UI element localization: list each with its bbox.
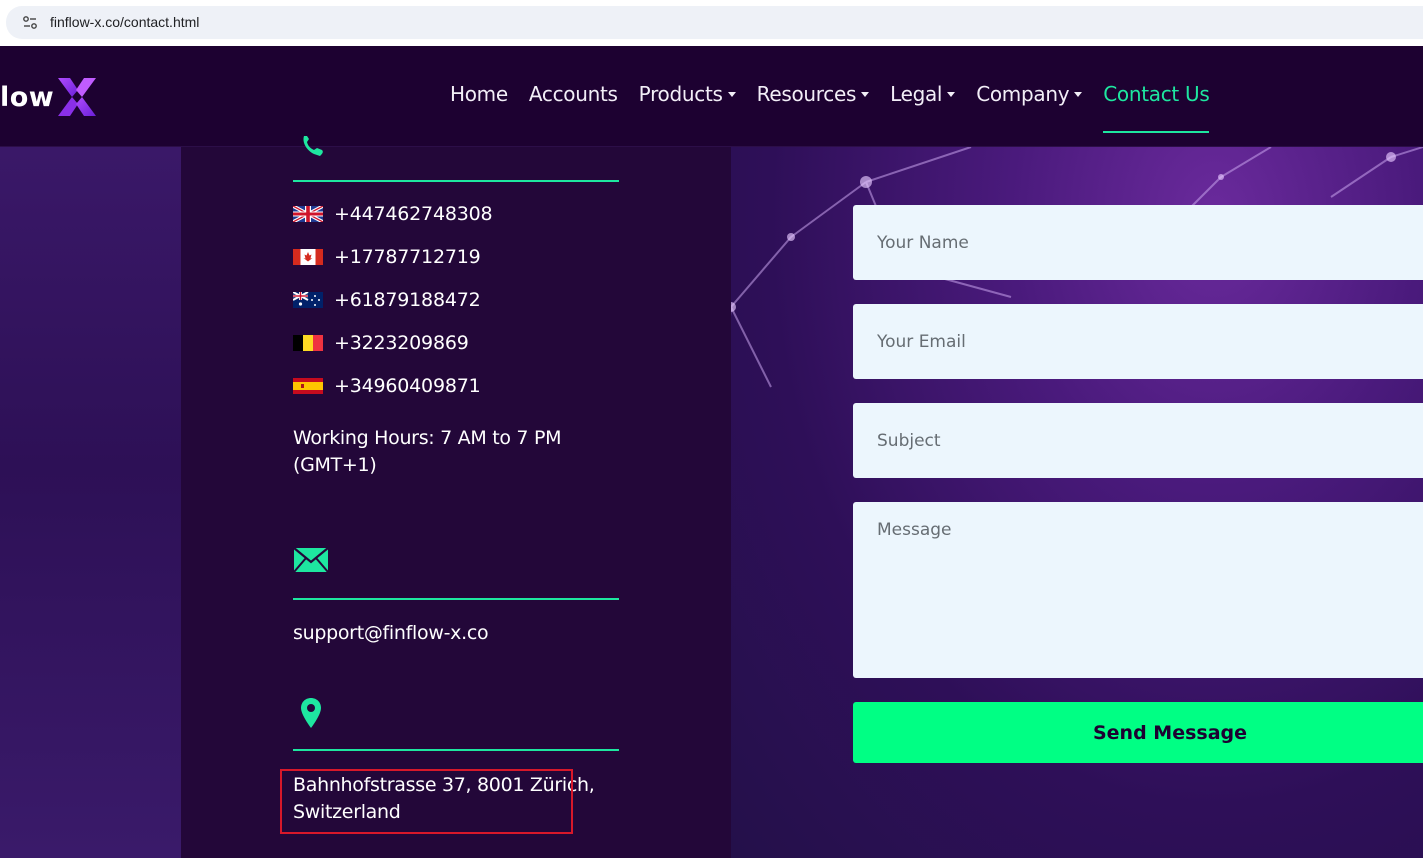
nav-legal[interactable]: Legal xyxy=(890,82,956,106)
phone-row-australia: +61879188472 xyxy=(293,289,481,311)
address-highlight-box xyxy=(280,769,573,834)
phone-row-canada: +17787712719 xyxy=(293,246,481,268)
nav-company-label: Company xyxy=(976,82,1070,106)
nav-resources[interactable]: Resources xyxy=(756,82,870,106)
nav-contact-us[interactable]: Contact Us xyxy=(1103,82,1210,133)
caret-down-icon xyxy=(947,91,956,97)
url-field[interactable]: finflow-x.co/contact.html xyxy=(6,6,1423,39)
message-textarea[interactable] xyxy=(853,502,1423,678)
nav-products-label: Products xyxy=(638,82,723,106)
nav-contact-us-label: Contact Us xyxy=(1103,82,1210,106)
email-input[interactable] xyxy=(853,304,1423,379)
envelope-icon xyxy=(293,547,329,573)
site-settings-icon[interactable] xyxy=(22,15,38,31)
canada-flag-icon xyxy=(293,249,323,265)
working-hours-timezone: (GMT+1) xyxy=(293,454,377,476)
phone-number[interactable]: +17787712719 xyxy=(334,246,481,268)
phone-section-divider xyxy=(293,180,619,182)
logo-x-icon xyxy=(58,78,97,116)
name-input[interactable] xyxy=(853,205,1423,280)
phone-row-belgium: +3223209869 xyxy=(293,332,469,354)
nav-products[interactable]: Products xyxy=(639,82,736,106)
send-message-label: Send Message xyxy=(1092,721,1248,744)
caret-down-icon xyxy=(861,91,870,97)
phone-icon xyxy=(303,136,323,156)
australia-flag-icon xyxy=(293,292,323,308)
nav-accounts-label: Accounts xyxy=(528,82,618,106)
phone-row-spain: +34960409871 xyxy=(293,375,481,397)
address-section-divider xyxy=(293,749,619,751)
subject-input[interactable] xyxy=(853,403,1423,478)
nav-home-label: Home xyxy=(450,82,508,106)
phone-number[interactable]: +3223209869 xyxy=(334,332,469,354)
map-pin-icon xyxy=(301,698,321,728)
belgium-flag-icon xyxy=(293,335,323,351)
site-logo[interactable]: low xyxy=(0,76,98,118)
uk-flag-icon xyxy=(293,206,323,222)
url-text[interactable]: finflow-x.co/contact.html xyxy=(50,14,199,30)
nav-resources-label: Resources xyxy=(756,82,857,106)
nav-company[interactable]: Company xyxy=(976,82,1083,106)
email-section-divider xyxy=(293,598,619,600)
nav-home[interactable]: Home xyxy=(450,82,508,106)
site-header: low Home Accounts Products Resources Leg… xyxy=(0,46,1423,147)
phone-row-uk: +447462748308 xyxy=(293,203,493,225)
working-hours: Working Hours: 7 AM to 7 PM (GMT+1) xyxy=(293,425,562,479)
nav-accounts[interactable]: Accounts xyxy=(529,82,618,106)
spain-flag-icon xyxy=(293,378,323,394)
main-menu: Home Accounts Products Resources Legal C… xyxy=(450,82,1230,133)
phone-number[interactable]: +447462748308 xyxy=(334,203,493,225)
phone-number[interactable]: +61879188472 xyxy=(334,289,481,311)
logo-text: low xyxy=(0,81,55,113)
caret-down-icon xyxy=(1074,91,1083,97)
caret-down-icon xyxy=(727,91,736,97)
send-message-button[interactable]: Send Message xyxy=(853,702,1423,763)
support-email[interactable]: support@finflow-x.co xyxy=(293,620,489,647)
working-hours-line: Working Hours: 7 AM to 7 PM xyxy=(293,427,562,449)
nav-legal-label: Legal xyxy=(890,82,943,106)
phone-number[interactable]: +34960409871 xyxy=(334,375,481,397)
browser-address-bar: finflow-x.co/contact.html xyxy=(0,0,1423,46)
